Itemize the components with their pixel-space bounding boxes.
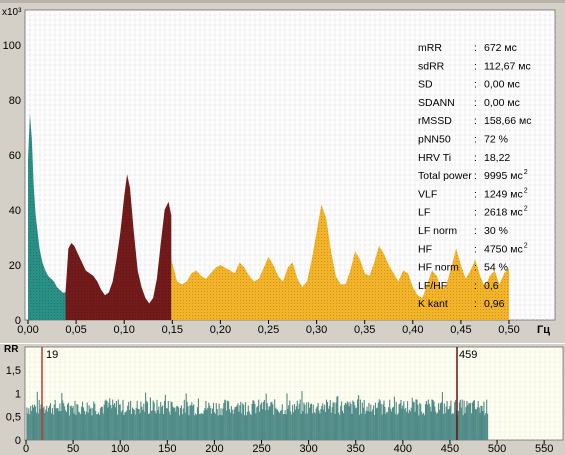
spectrum-y-unit: x10³ bbox=[2, 7, 22, 18]
spectrum-y-tick-label: 100 bbox=[3, 40, 21, 52]
rr-y-tick-label: 0,5 bbox=[6, 412, 21, 424]
spectrum-x-tick-label: 0,05 bbox=[65, 324, 86, 336]
rr-x-tick-label: 50 bbox=[67, 443, 79, 455]
stat-value: 158,66 мс bbox=[484, 115, 532, 127]
spectrum-x-tick-label: 0,25 bbox=[258, 324, 279, 336]
stat-value: 4750 мс bbox=[484, 243, 523, 255]
rr-x-tick-label: 100 bbox=[111, 443, 129, 455]
spectrum-x-tick-label: 0,40 bbox=[402, 324, 423, 336]
stat-colon: : bbox=[474, 243, 477, 255]
rr-x-tick-label: 250 bbox=[252, 443, 270, 455]
spectrum-y-tick-label: 20 bbox=[9, 260, 21, 272]
stat-name: LF bbox=[418, 207, 430, 219]
stat-colon: : bbox=[474, 170, 477, 182]
rr-y-tick-label: 1 bbox=[15, 388, 21, 400]
stat-name: sdRR bbox=[418, 60, 445, 72]
spectrum-x-tick-label: 0,35 bbox=[354, 324, 375, 336]
stat-name: pNN50 bbox=[418, 134, 451, 146]
rr-y-tick-label: 1,5 bbox=[6, 365, 21, 377]
stat-unit-superscript: 2 bbox=[524, 206, 528, 213]
rr-x-tick-label: 450 bbox=[441, 443, 459, 455]
stat-value: 0,6 bbox=[484, 280, 499, 292]
stat-value: 1249 мс bbox=[484, 188, 523, 200]
top-edge bbox=[0, 0, 565, 3]
stat-colon: : bbox=[474, 152, 477, 164]
stat-name: rMSSD bbox=[418, 115, 452, 127]
rr-x-tick-label: 200 bbox=[205, 443, 223, 455]
stat-colon: : bbox=[474, 42, 477, 54]
stat-colon: : bbox=[474, 79, 477, 91]
stat-colon: : bbox=[474, 207, 477, 219]
spectrum-x-tick-label: 0,30 bbox=[306, 324, 327, 336]
spectrum-y-tick-label: 80 bbox=[9, 95, 21, 107]
spectrum-x-tick-label: 0,20 bbox=[210, 324, 231, 336]
marker-right-label: 459 bbox=[459, 349, 477, 361]
stat-value: 0,00 мс bbox=[484, 79, 520, 91]
stat-value: 112,67 мс bbox=[484, 60, 531, 72]
stat-name: HRV Ti bbox=[418, 152, 451, 164]
stat-name: VLF bbox=[418, 188, 437, 200]
rr-x-tick-label: 500 bbox=[488, 443, 506, 455]
stat-colon: : bbox=[474, 298, 477, 310]
stat-value: 672 мс bbox=[484, 42, 517, 54]
rr-x-tick-label: 300 bbox=[299, 443, 317, 455]
stat-name: mRR bbox=[418, 42, 442, 54]
stat-colon: : bbox=[474, 262, 477, 274]
rr-y-tick-label: 0 bbox=[15, 435, 21, 447]
stat-name: K kant bbox=[418, 298, 448, 310]
rr-x-tick-label: 400 bbox=[394, 443, 412, 455]
stat-unit-superscript: 2 bbox=[524, 169, 528, 176]
stat-colon: : bbox=[474, 225, 477, 237]
stat-name: HF bbox=[418, 243, 432, 255]
stat-unit-superscript: 2 bbox=[524, 242, 528, 249]
stat-colon: : bbox=[474, 188, 477, 200]
stat-colon: : bbox=[474, 134, 477, 146]
stat-name: HF norm bbox=[418, 262, 459, 274]
stat-value: 72 % bbox=[484, 134, 508, 146]
rr-x-tick-label: 550 bbox=[535, 443, 553, 455]
stat-name: LF/HF bbox=[418, 280, 447, 292]
spectrum-y-tick-label: 60 bbox=[9, 150, 21, 162]
spectrum-x-unit: Гц bbox=[537, 324, 550, 336]
rr-y-unit: RR bbox=[4, 344, 19, 355]
spectrum-x-tick-label: 0,45 bbox=[450, 324, 471, 336]
stat-name: SD bbox=[418, 79, 433, 91]
stat-value: 0,00 мс bbox=[484, 97, 520, 109]
stat-colon: : bbox=[474, 115, 477, 127]
stat-value: 2618 мс bbox=[484, 207, 523, 219]
stat-value: 30 % bbox=[484, 225, 508, 237]
spectrum-x-tick-label: 0,15 bbox=[162, 324, 183, 336]
stat-unit-superscript: 2 bbox=[524, 187, 528, 194]
stat-colon: : bbox=[474, 280, 477, 292]
spectral-plot: 020406080100 0,00 0,05 0,10 0,15 0,20 0,25 0,3… bbox=[0, 0, 565, 340]
stat-name: SDANN bbox=[418, 97, 455, 109]
stat-value: 18,22 bbox=[484, 152, 510, 164]
rr-separator bbox=[0, 343, 565, 344]
spectrum-x-tick-label: 0,00 bbox=[17, 324, 38, 336]
marker-left-label: 19 bbox=[46, 349, 58, 361]
hrv-analysis-window: 0 20 40 60 80 100 0,00 0,05 0,10 0,15 0,20 0,25 0,3… bbox=[0, 0, 565, 455]
rr-x-tick-label: 150 bbox=[158, 443, 176, 455]
stat-colon: : bbox=[474, 97, 477, 109]
stat-value: 54 % bbox=[484, 262, 508, 274]
stat-colon: : bbox=[474, 60, 477, 72]
stat-name: Total power bbox=[418, 170, 472, 182]
rr-plot: 0 0,5 1 1,5 0 50 100 150 200 250 300 350 400 450 500 5… bbox=[0, 340, 565, 455]
rr-x-tick-label: 0 bbox=[23, 443, 29, 455]
spectrum-x-tick-label: 0,50 bbox=[498, 324, 519, 336]
stat-value: 0,96 bbox=[484, 298, 505, 310]
spectrum-x-tick-label: 0,10 bbox=[113, 324, 134, 336]
spectrum-y-tick-label: 40 bbox=[9, 205, 21, 217]
stat-name: LF norm bbox=[418, 225, 457, 237]
stat-value: 9995 мс bbox=[484, 170, 523, 182]
rr-x-tick-label: 350 bbox=[347, 443, 365, 455]
